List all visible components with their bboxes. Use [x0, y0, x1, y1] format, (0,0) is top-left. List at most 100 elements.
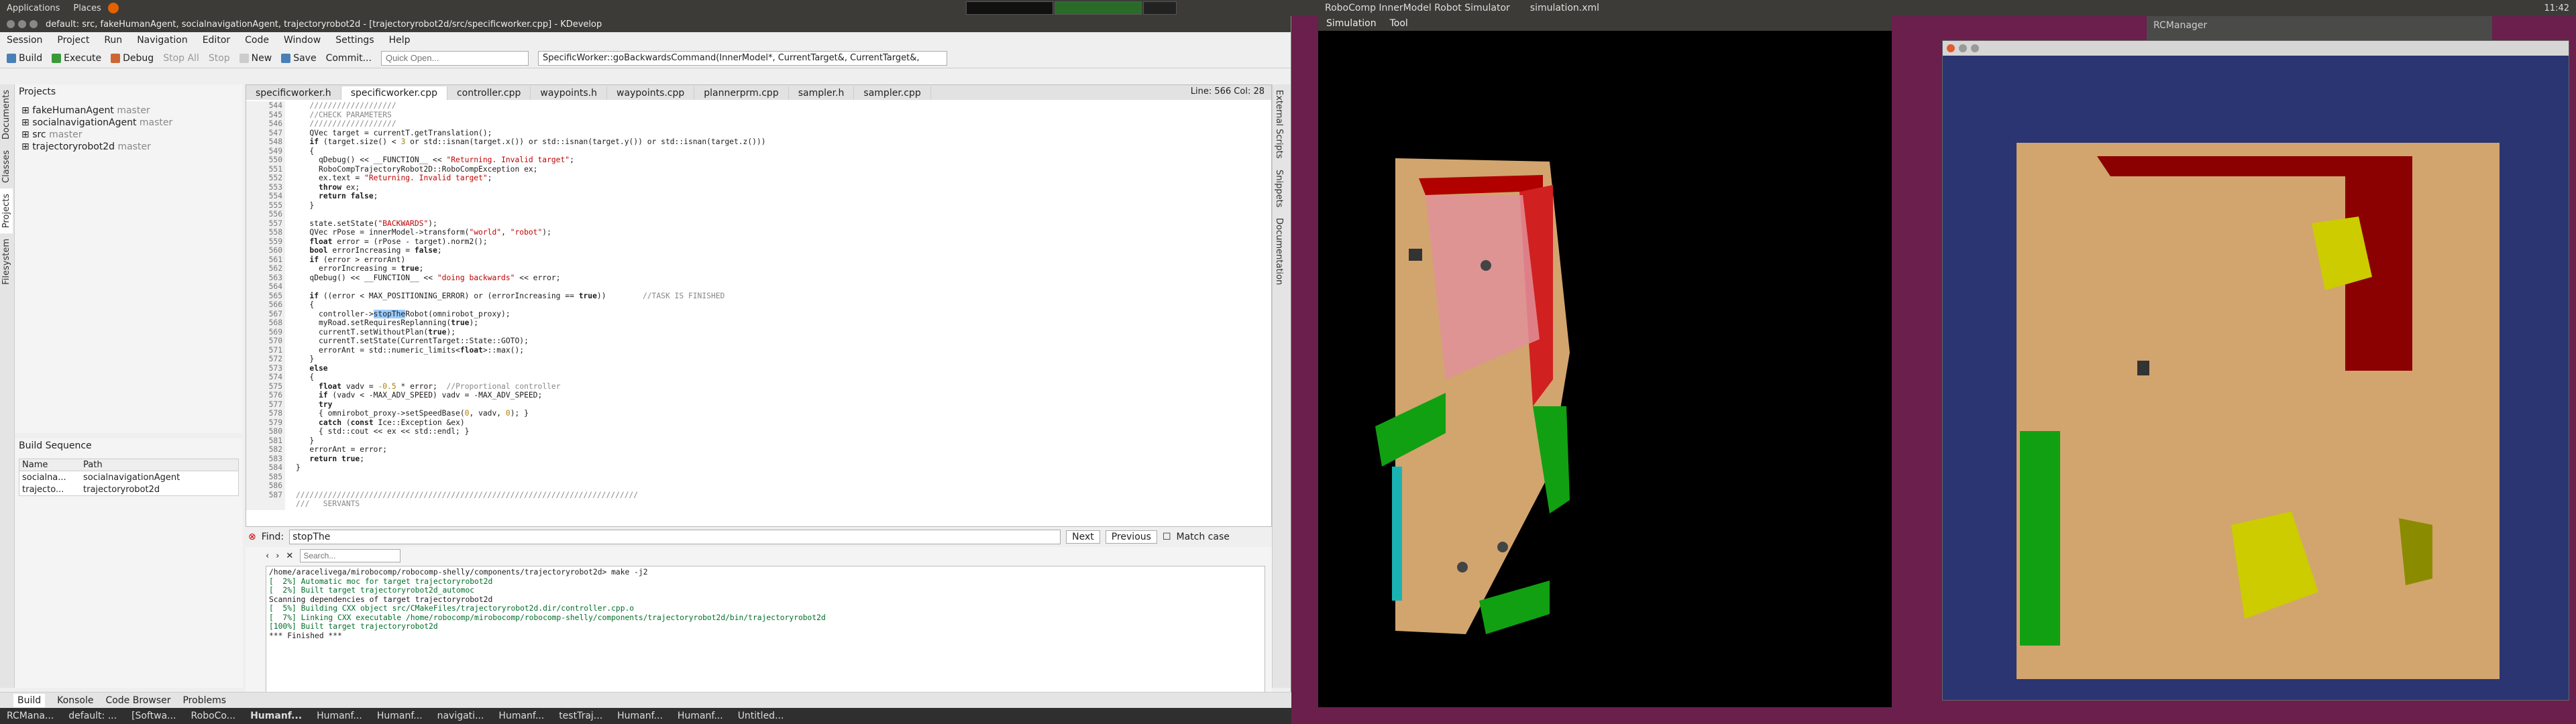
tab-snippets[interactable]: Snippets	[1273, 164, 1285, 213]
taskbar-item[interactable]: default: ...	[68, 711, 117, 721]
menu-editor[interactable]: Editor	[203, 35, 230, 46]
taskbar-item[interactable]: Humanf...	[317, 711, 362, 721]
menu-project[interactable]: Project	[57, 35, 89, 46]
debug-button[interactable]: Debug	[111, 53, 154, 64]
find-next-button[interactable]: Next	[1066, 530, 1100, 544]
column-header[interactable]: Path	[83, 460, 103, 470]
menu-tool[interactable]: Tool	[1390, 18, 1408, 29]
taskbar-item[interactable]: Humanf...	[617, 711, 663, 721]
taskbar-item[interactable]: Humanf...	[498, 711, 544, 721]
right-tool-tabs: External Scripts Snippets Documentation	[1272, 84, 1291, 688]
execute-button[interactable]: Execute	[52, 53, 101, 64]
build-console[interactable]: /home/aracelivega/mirobocomp/robocomp-sh…	[266, 566, 1265, 697]
simulator-title: RoboComp InnerModel Robot Simulator	[1325, 3, 1510, 13]
menu-simulation[interactable]: Simulation	[1326, 18, 1377, 29]
tab-problems[interactable]: Problems	[182, 695, 226, 706]
project-item[interactable]: ⊞ fakeHumanAgent master	[21, 105, 236, 117]
code-editor[interactable]: specificworker.h specificworker.cpp cont…	[246, 84, 1272, 527]
find-label: Find:	[261, 532, 284, 542]
simulator-menubar: Simulation Tool	[1318, 16, 1892, 31]
clear-icon[interactable]: ✕	[286, 551, 293, 561]
tab-plannerprm-cpp[interactable]: plannerprm.cpp	[694, 86, 789, 100]
project-item[interactable]: ⊞ trajectoryrobot2d master	[21, 141, 236, 153]
menu-run[interactable]: Run	[104, 35, 122, 46]
stop-all-button[interactable]: Stop All	[163, 53, 199, 64]
tab-projects[interactable]: Projects	[0, 188, 13, 234]
tab-specificworker-h[interactable]: specificworker.h	[246, 86, 341, 100]
execute-icon	[52, 53, 62, 63]
back-icon[interactable]: ‹	[266, 551, 269, 561]
close-icon[interactable]	[1947, 44, 1955, 52]
maximize-icon[interactable]	[30, 20, 38, 28]
tab-code-browser[interactable]: Code Browser	[105, 695, 170, 706]
table-cell: trajectoryrobot2d	[83, 484, 160, 495]
close-icon[interactable]	[7, 20, 15, 28]
find-previous-button[interactable]: Previous	[1105, 530, 1157, 544]
table-row[interactable]: trajecto... trajectoryrobot2d	[19, 483, 238, 495]
console-line: [ 5%] Building CXX object src/CMakeFiles…	[269, 604, 635, 613]
table-cell: socialna...	[22, 472, 66, 483]
find-input[interactable]: stopThe	[289, 530, 1061, 544]
project-item[interactable]: ⊞ socialnavigationAgent master	[21, 117, 236, 129]
commit-button[interactable]: Commit...	[326, 53, 372, 64]
column-header[interactable]: Name	[19, 460, 83, 470]
line-number: 560	[268, 246, 282, 255]
tab-build[interactable]: Build	[13, 693, 46, 707]
tab-documentation[interactable]: Documentation	[1273, 213, 1285, 290]
context-selector[interactable]: SpecificWorker::goBackwardsCommand(Inner…	[537, 50, 947, 66]
menu-code[interactable]: Code	[245, 35, 269, 46]
tab-external-scripts[interactable]: External Scripts	[1273, 84, 1285, 164]
build-button[interactable]: Build	[7, 53, 42, 64]
stop-button[interactable]: Stop	[209, 53, 230, 64]
taskbar-item[interactable]: RoboCo...	[191, 711, 236, 721]
table-row[interactable]: socialna... socialnavigationAgent	[19, 471, 238, 483]
line-number: 578	[268, 409, 282, 418]
output-toolbar: ‹ › ✕	[246, 547, 1272, 564]
tab-konsole[interactable]: Konsole	[57, 695, 93, 706]
tab-controller-cpp[interactable]: controller.cpp	[447, 86, 531, 100]
clock[interactable]: 11:42	[2544, 3, 2569, 13]
firefox-icon[interactable]	[107, 3, 119, 13]
taskbar-item[interactable]: Untitled...	[738, 711, 784, 721]
taskbar-item[interactable]: testTraj...	[559, 711, 602, 721]
applications-menu[interactable]: Applications	[0, 3, 66, 13]
taskbar-item[interactable]: navigati...	[437, 711, 484, 721]
tab-waypoints-h[interactable]: waypoints.h	[531, 86, 608, 100]
tab-waypoints-cpp[interactable]: waypoints.cpp	[607, 86, 695, 100]
code-area[interactable]: 544 545 546 547 548 549 550 551 552 553 554 555 556 5…	[246, 101, 1273, 510]
minimize-icon[interactable]	[1959, 44, 1967, 52]
menu-session[interactable]: Session	[7, 35, 42, 46]
places-menu[interactable]: Places	[66, 3, 107, 13]
forward-icon[interactable]: ›	[276, 551, 279, 561]
taskbar-item[interactable]: Humanf...	[377, 711, 423, 721]
tab-sampler-h[interactable]: sampler.h	[789, 86, 855, 100]
menu-navigation[interactable]: Navigation	[137, 35, 188, 46]
menu-window[interactable]: Window	[284, 35, 321, 46]
taskbar-item[interactable]: Humanf...	[250, 711, 302, 721]
tab-filesystem[interactable]: Filesystem	[0, 233, 13, 290]
source-text[interactable]: /////////////////// //CHECK PARAMETERS /…	[296, 101, 1262, 509]
line-number: 544	[268, 101, 282, 110]
maximize-icon[interactable]	[1971, 44, 1979, 52]
minimize-icon[interactable]	[18, 20, 26, 28]
map-2d-view[interactable]	[1943, 56, 2570, 699]
new-button[interactable]: New	[239, 53, 272, 64]
tab-classes[interactable]: Classes	[0, 145, 13, 188]
menu-help[interactable]: Help	[389, 35, 411, 46]
tab-specificworker-cpp[interactable]: specificworker.cpp	[341, 86, 447, 100]
match-case-checkbox[interactable]: ☐	[1163, 532, 1171, 542]
project-item[interactable]: ⊞ src master	[21, 129, 236, 141]
tab-documents[interactable]: Documents	[0, 84, 13, 145]
simulation-3d-view[interactable]	[1318, 31, 1892, 707]
taskbar-item[interactable]: RCMana...	[7, 711, 54, 721]
quick-open-input[interactable]	[380, 50, 529, 66]
output-search-input[interactable]	[300, 549, 401, 562]
tab-sampler-cpp[interactable]: sampler.cpp	[854, 86, 931, 100]
taskbar-item[interactable]: Humanf...	[678, 711, 723, 721]
line-number: 558	[268, 228, 282, 237]
close-find-icon[interactable]: ⊗	[248, 532, 256, 542]
save-button[interactable]: Save	[281, 53, 317, 64]
taskbar-item[interactable]: [Softwa...	[131, 711, 176, 721]
menu-settings[interactable]: Settings	[335, 35, 374, 46]
debug-label: Debug	[123, 52, 154, 64]
